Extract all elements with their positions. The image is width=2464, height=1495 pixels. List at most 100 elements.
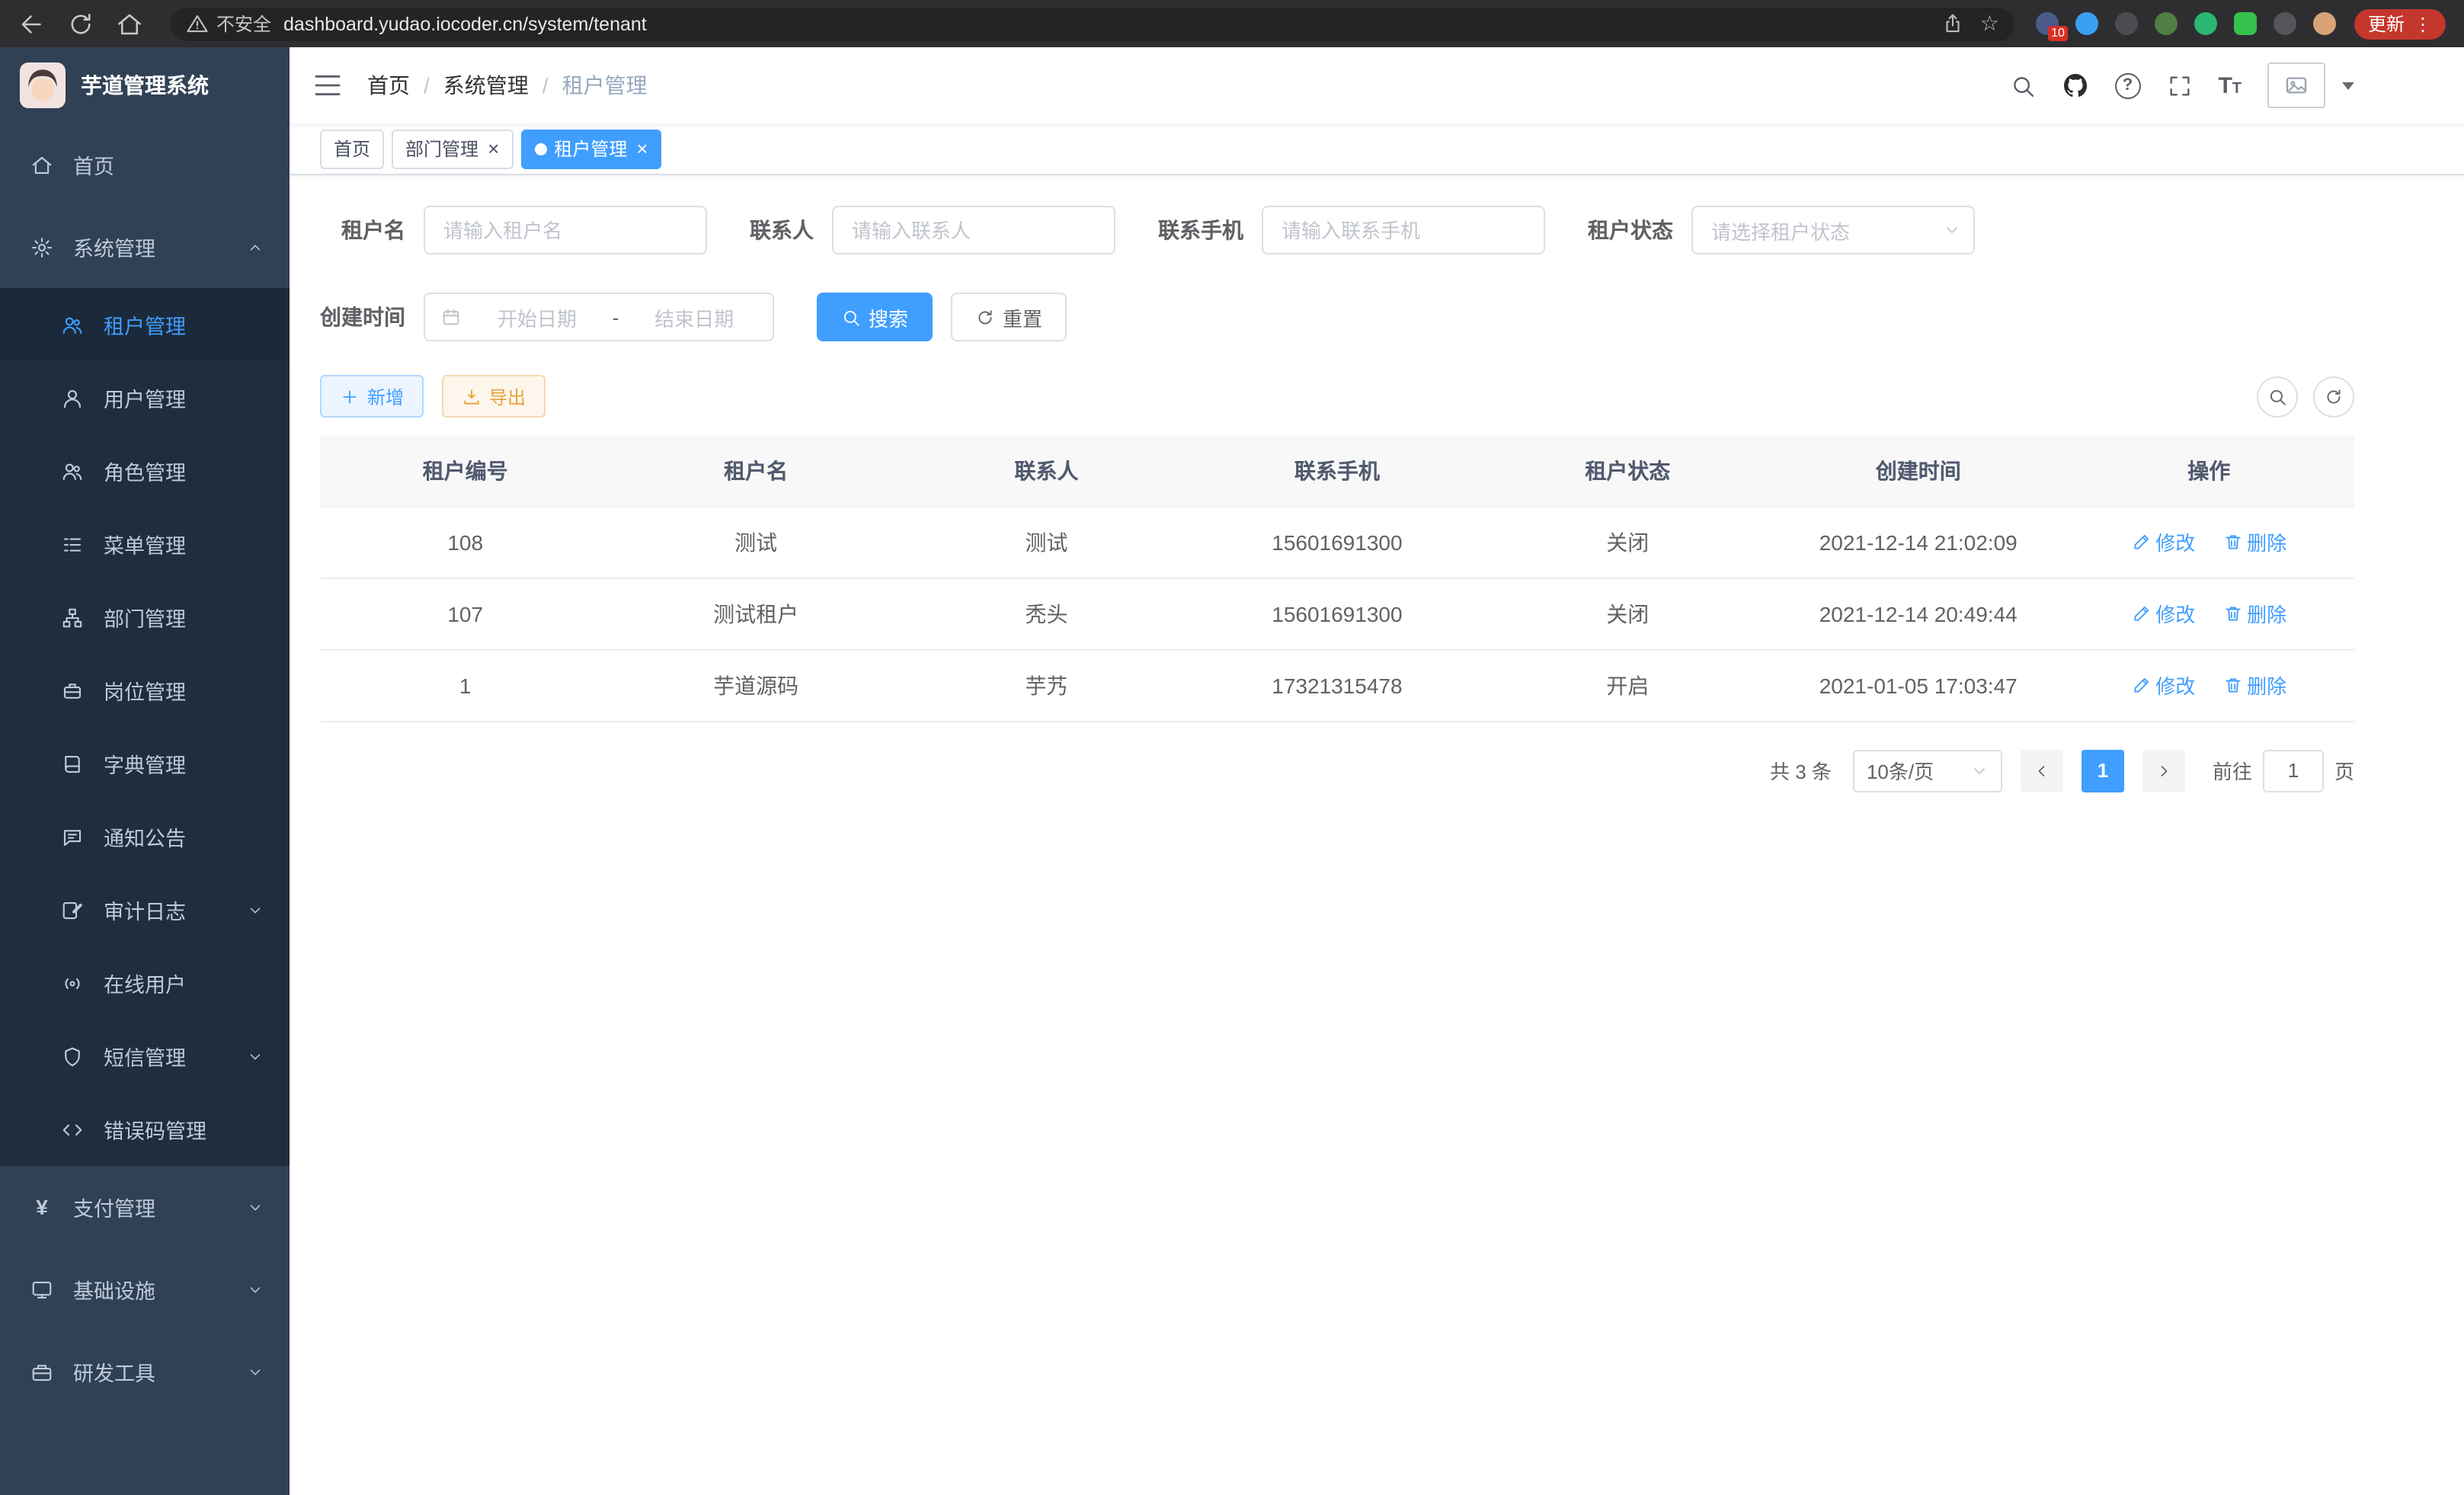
search-button[interactable]: 搜索	[817, 293, 933, 341]
sidebar-item-sms[interactable]: 短信管理	[0, 1020, 290, 1093]
address-bar[interactable]: 不安全 dashboard.yudao.iocoder.cn/system/te…	[171, 7, 2014, 40]
user-avatar[interactable]	[2267, 62, 2325, 108]
mobile-input[interactable]	[1262, 206, 1545, 255]
tag-label: 租户管理	[554, 136, 627, 162]
back-icon[interactable]	[18, 10, 46, 37]
cell-time: 2021-01-05 17:03:47	[1773, 649, 2063, 721]
contact-input[interactable]	[832, 206, 1115, 255]
browser-profile-avatar[interactable]	[2313, 12, 2336, 35]
trash-icon	[2222, 532, 2242, 552]
home-icon[interactable]	[116, 10, 143, 37]
refresh-icon	[2324, 386, 2344, 406]
delete-button[interactable]: 删除	[2222, 527, 2286, 556]
refresh-table-button[interactable]	[2313, 376, 2354, 417]
sidebar-item-payment[interactable]: ¥ 支付管理	[0, 1166, 290, 1248]
sidebar-toggle-icon[interactable]	[312, 70, 343, 101]
cell-contact: 秃头	[901, 578, 1192, 649]
jump-page-input[interactable]	[2263, 749, 2324, 792]
sidebar-logo[interactable]: 芋道管理系统	[0, 47, 290, 123]
sidebar-item-dict[interactable]: 字典管理	[0, 727, 290, 800]
cell-time: 2021-12-14 21:02:09	[1773, 506, 2063, 578]
status-select[interactable]: 请选择租户状态	[1691, 206, 1975, 255]
extension-icon-4[interactable]	[2155, 12, 2178, 35]
sidebar-item-tenant[interactable]: 租户管理	[0, 288, 290, 361]
extension-icon-6[interactable]	[2234, 12, 2257, 35]
app-title: 芋道管理系统	[81, 70, 209, 101]
role-icon	[61, 459, 84, 482]
extension-icon-1[interactable]: 10	[2036, 12, 2059, 35]
fullscreen-icon[interactable]	[2166, 72, 2192, 98]
extension-icon-5[interactable]	[2194, 12, 2217, 35]
help-icon[interactable]: ?	[2114, 72, 2140, 98]
tag-dept[interactable]: 部门管理 ×	[392, 129, 513, 168]
hide-search-button[interactable]	[2257, 376, 2298, 417]
browser-update-button[interactable]: 更新 ⋮	[2354, 8, 2446, 39]
page-size-select[interactable]: 10条/页	[1853, 749, 2002, 792]
sidebar-item-home[interactable]: 首页	[0, 123, 290, 206]
tag-label: 首页	[334, 136, 370, 162]
briefcase-icon	[61, 679, 84, 702]
tag-home[interactable]: 首页	[320, 129, 384, 168]
github-icon[interactable]	[2061, 72, 2088, 99]
cell-id: 108	[320, 506, 610, 578]
sidebar-item-error-code[interactable]: 错误码管理	[0, 1093, 290, 1166]
reset-button[interactable]: 重置	[951, 293, 1067, 341]
prev-page-button[interactable]	[2021, 749, 2063, 792]
filter-row-1: 租户名 联系人 联系手机 租户状态 请选择租户状态	[320, 206, 2354, 255]
extension-icon-7[interactable]	[2274, 12, 2296, 35]
delete-button[interactable]: 删除	[2222, 599, 2286, 628]
reload-icon[interactable]	[67, 10, 94, 37]
extension-icon-3[interactable]	[2115, 12, 2138, 35]
close-icon[interactable]: ×	[636, 139, 648, 158]
edit-button[interactable]: 修改	[2131, 527, 2195, 556]
cell-actions: 修改 删除	[2063, 506, 2354, 578]
navbar-right: ? TT	[2009, 62, 2354, 108]
page-number-button[interactable]: 1	[2082, 749, 2124, 792]
date-range-picker[interactable]: 开始日期 - 结束日期	[424, 293, 774, 341]
export-button[interactable]: 导出	[442, 375, 546, 418]
sidebar-item-menu[interactable]: 菜单管理	[0, 507, 290, 581]
edit-icon	[2131, 532, 2151, 552]
jump-suffix-label: 页	[2334, 756, 2354, 785]
edit-button[interactable]: 修改	[2131, 671, 2195, 699]
search-button-label: 搜索	[869, 303, 908, 331]
home-icon	[30, 153, 53, 176]
share-icon[interactable]	[1942, 12, 1965, 35]
sidebar-item-label: 部门管理	[104, 602, 186, 632]
refresh-icon	[975, 307, 995, 327]
breadcrumb-system[interactable]: 系统管理	[443, 70, 529, 101]
sidebar-item-dept[interactable]: 部门管理	[0, 581, 290, 654]
sidebar-item-infra[interactable]: 基础设施	[0, 1248, 290, 1330]
sidebar-item-notice[interactable]: 通知公告	[0, 800, 290, 873]
sidebar-item-online-users[interactable]: 在线用户	[0, 946, 290, 1020]
filter-row-2: 创建时间 开始日期 - 结束日期 搜索 重置	[320, 293, 2354, 341]
tag-tenant[interactable]: 租户管理 ×	[520, 129, 661, 168]
kebab-menu-icon[interactable]: ⋮	[2414, 13, 2432, 34]
delete-button[interactable]: 删除	[2222, 671, 2286, 699]
sidebar-item-audit-log[interactable]: 审计日志	[0, 873, 290, 946]
edit-button[interactable]: 修改	[2131, 599, 2195, 628]
breadcrumb-home[interactable]: 首页	[367, 70, 410, 101]
close-icon[interactable]: ×	[488, 139, 499, 158]
sidebar: 芋道管理系统 首页 系统管理 租户管理 用户管理 角色管理	[0, 47, 290, 1495]
sidebar-item-role[interactable]: 角色管理	[0, 434, 290, 507]
next-page-button[interactable]	[2142, 749, 2185, 792]
font-small-glyph: T	[2232, 80, 2242, 97]
sidebar-item-user[interactable]: 用户管理	[0, 361, 290, 434]
sidebar-item-dev-tools[interactable]: 研发工具	[0, 1330, 290, 1413]
add-button[interactable]: 新增	[320, 375, 424, 418]
bookmark-star-icon[interactable]: ☆	[1980, 11, 1999, 37]
sidebar-item-label: 研发工具	[73, 1356, 155, 1387]
chevron-down-icon	[247, 1048, 264, 1064]
sidebar-item-label: 短信管理	[104, 1041, 186, 1071]
breadcrumb: 首页 / 系统管理 / 租户管理	[367, 70, 648, 101]
extension-icon-2[interactable]	[2075, 12, 2098, 35]
font-size-icon[interactable]: TT	[2218, 72, 2242, 98]
sidebar-item-system[interactable]: 系统管理	[0, 206, 290, 288]
active-tag-dot	[534, 142, 546, 155]
tenant-name-input[interactable]	[424, 206, 707, 255]
sidebar-item-label: 首页	[73, 149, 114, 180]
avatar-caret-icon[interactable]	[2342, 82, 2354, 89]
search-icon[interactable]	[2009, 72, 2035, 98]
sidebar-item-post[interactable]: 岗位管理	[0, 654, 290, 727]
